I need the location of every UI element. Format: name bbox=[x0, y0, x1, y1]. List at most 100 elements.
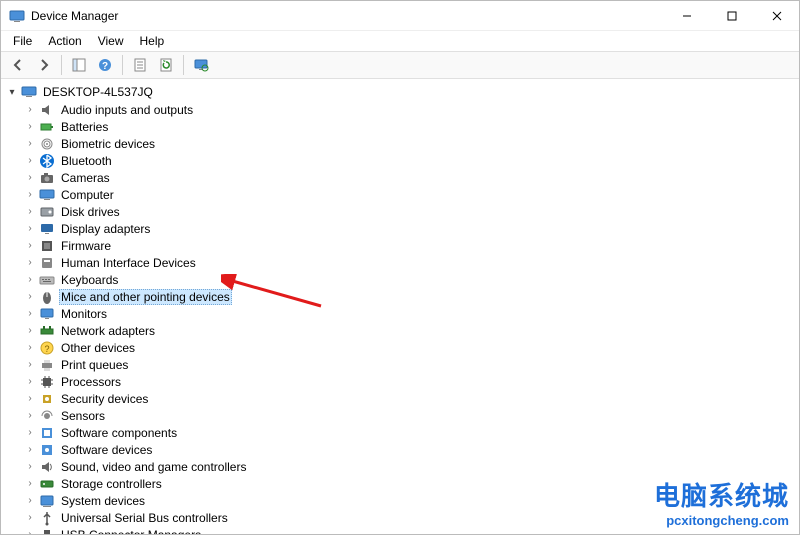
expander-icon[interactable]: › bbox=[23, 511, 37, 525]
scan-hardware-button[interactable] bbox=[189, 53, 213, 77]
tree-item[interactable]: › Sensors bbox=[1, 407, 799, 424]
expander-icon[interactable]: › bbox=[23, 528, 37, 535]
tree-item[interactable]: › System devices bbox=[1, 492, 799, 509]
tree-item[interactable]: › Human Interface Devices bbox=[1, 254, 799, 271]
minimize-button[interactable] bbox=[664, 1, 709, 30]
tree-item[interactable]: › Software devices bbox=[1, 441, 799, 458]
expander-icon[interactable]: › bbox=[23, 222, 37, 236]
menu-action[interactable]: Action bbox=[40, 32, 89, 50]
device-tree[interactable]: ▾ DESKTOP-4L537JQ › Audio inputs and outp… bbox=[1, 79, 799, 534]
tree-item[interactable]: › Batteries bbox=[1, 118, 799, 135]
tree-item-label[interactable]: Processors bbox=[59, 375, 123, 389]
menu-view[interactable]: View bbox=[90, 32, 132, 50]
toolbar: ? bbox=[1, 51, 799, 79]
show-hide-tree-button[interactable] bbox=[67, 53, 91, 77]
expander-icon[interactable]: › bbox=[23, 290, 37, 304]
expander-icon[interactable]: › bbox=[23, 341, 37, 355]
tree-item[interactable]: › Firmware bbox=[1, 237, 799, 254]
expander-icon[interactable]: › bbox=[23, 239, 37, 253]
tree-item[interactable]: › Monitors bbox=[1, 305, 799, 322]
tree-item-label[interactable]: Software devices bbox=[59, 443, 154, 457]
tree-item-label[interactable]: Sound, video and game controllers bbox=[59, 460, 248, 474]
tree-item[interactable]: › USB Connector Managers bbox=[1, 526, 799, 534]
expander-icon[interactable]: › bbox=[23, 103, 37, 117]
tree-item[interactable]: › Audio inputs and outputs bbox=[1, 101, 799, 118]
expander-icon[interactable]: › bbox=[23, 205, 37, 219]
expander-icon[interactable]: › bbox=[23, 256, 37, 270]
tree-item[interactable]: › Security devices bbox=[1, 390, 799, 407]
menu-help[interactable]: Help bbox=[132, 32, 173, 50]
tree-item-label[interactable]: Display adapters bbox=[59, 222, 152, 236]
expander-icon[interactable]: › bbox=[23, 409, 37, 423]
tree-root-label[interactable]: DESKTOP-4L537JQ bbox=[41, 85, 155, 99]
tree-root[interactable]: ▾ DESKTOP-4L537JQ bbox=[1, 83, 799, 101]
tree-item[interactable]: › Disk drives bbox=[1, 203, 799, 220]
expander-icon[interactable]: › bbox=[23, 460, 37, 474]
expander-icon[interactable]: › bbox=[23, 188, 37, 202]
expander-icon[interactable]: › bbox=[23, 358, 37, 372]
tree-item-label[interactable]: Firmware bbox=[59, 239, 113, 253]
tree-item-label[interactable]: Cameras bbox=[59, 171, 112, 185]
tree-item[interactable]: › Processors bbox=[1, 373, 799, 390]
tree-item-label[interactable]: Storage controllers bbox=[59, 477, 164, 491]
expander-icon[interactable]: › bbox=[23, 120, 37, 134]
tree-item[interactable]: › Storage controllers bbox=[1, 475, 799, 492]
tree-item[interactable]: › Sound, video and game controllers bbox=[1, 458, 799, 475]
tree-item-label[interactable]: Sensors bbox=[59, 409, 107, 423]
other-icon: ? bbox=[39, 340, 55, 356]
tree-item-label[interactable]: System devices bbox=[59, 494, 147, 508]
expander-icon[interactable]: › bbox=[23, 154, 37, 168]
tree-item-label[interactable]: Human Interface Devices bbox=[59, 256, 198, 270]
tree-item[interactable]: › Software components bbox=[1, 424, 799, 441]
tree-item-label[interactable]: Bluetooth bbox=[59, 154, 114, 168]
expander-icon[interactable]: › bbox=[23, 494, 37, 508]
tree-item-label[interactable]: Audio inputs and outputs bbox=[59, 103, 195, 117]
expander-icon[interactable]: › bbox=[23, 137, 37, 151]
expander-icon[interactable]: › bbox=[23, 426, 37, 440]
expander-icon[interactable]: › bbox=[23, 171, 37, 185]
tree-item-label[interactable]: Keyboards bbox=[59, 273, 120, 287]
tree-item[interactable]: › Universal Serial Bus controllers bbox=[1, 509, 799, 526]
tree-item-label[interactable]: Monitors bbox=[59, 307, 109, 321]
tree-item-label[interactable]: USB Connector Managers bbox=[59, 528, 203, 535]
tree-item[interactable]: › Bluetooth bbox=[1, 152, 799, 169]
maximize-button[interactable] bbox=[709, 1, 754, 30]
expander-icon[interactable]: › bbox=[23, 324, 37, 338]
tree-item[interactable]: › Biometric devices bbox=[1, 135, 799, 152]
tree-item-label[interactable]: Print queues bbox=[59, 358, 130, 372]
monitor-icon bbox=[39, 306, 55, 322]
tree-item[interactable]: › Print queues bbox=[1, 356, 799, 373]
tree-item-label[interactable]: Software components bbox=[59, 426, 179, 440]
tree-item-label[interactable]: Security devices bbox=[59, 392, 150, 406]
tree-item[interactable]: › Computer bbox=[1, 186, 799, 203]
menu-file[interactable]: File bbox=[5, 32, 40, 50]
expander-icon[interactable]: › bbox=[23, 307, 37, 321]
tree-item-label[interactable]: Biometric devices bbox=[59, 137, 157, 151]
expander-icon[interactable]: › bbox=[23, 375, 37, 389]
tree-item[interactable]: ›? Other devices bbox=[1, 339, 799, 356]
back-button[interactable] bbox=[6, 53, 30, 77]
tree-item-label[interactable]: Other devices bbox=[59, 341, 137, 355]
tree-item-label[interactable]: Mice and other pointing devices bbox=[59, 289, 232, 305]
tree-item[interactable]: › Network adapters bbox=[1, 322, 799, 339]
tree-item-label[interactable]: Computer bbox=[59, 188, 116, 202]
expander-icon[interactable]: ▾ bbox=[5, 85, 19, 99]
close-button[interactable] bbox=[754, 1, 799, 30]
tree-item-label[interactable]: Network adapters bbox=[59, 324, 157, 338]
tree-item[interactable]: › Display adapters bbox=[1, 220, 799, 237]
forward-button[interactable] bbox=[32, 53, 56, 77]
expander-icon[interactable]: › bbox=[23, 392, 37, 406]
tree-item[interactable]: › Mice and other pointing devices bbox=[1, 288, 799, 305]
tree-item-label[interactable]: Disk drives bbox=[59, 205, 122, 219]
expander-icon[interactable]: › bbox=[23, 477, 37, 491]
tree-item[interactable]: › Cameras bbox=[1, 169, 799, 186]
expander-icon[interactable]: › bbox=[23, 273, 37, 287]
expander-icon[interactable]: › bbox=[23, 443, 37, 457]
refresh-button[interactable] bbox=[154, 53, 178, 77]
help-button[interactable]: ? bbox=[93, 53, 117, 77]
tree-item-label[interactable]: Universal Serial Bus controllers bbox=[59, 511, 230, 525]
properties-button[interactable] bbox=[128, 53, 152, 77]
tree-item-label[interactable]: Batteries bbox=[59, 120, 110, 134]
tree-item[interactable]: › Keyboards bbox=[1, 271, 799, 288]
usb-icon bbox=[39, 510, 55, 526]
